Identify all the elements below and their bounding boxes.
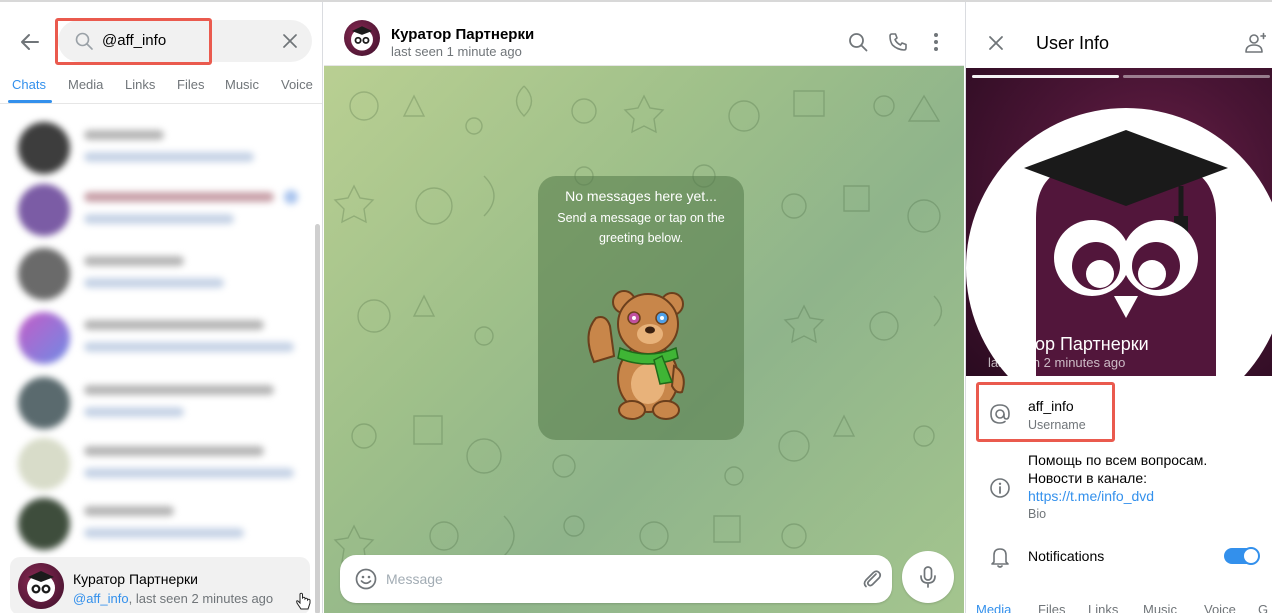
empty-chat-title: No messages here yet... [565, 188, 717, 204]
info-icon [988, 476, 1012, 500]
search-icon [75, 32, 93, 50]
active-tab-indicator [8, 100, 52, 103]
bio-text-line-2: Новости в канале: [1028, 470, 1147, 486]
message-input[interactable] [386, 567, 806, 591]
notifications-label: Notifications [1028, 548, 1105, 564]
chat-title: Куратор Партнерки [391, 26, 535, 43]
chevron-right-icon[interactable] [1249, 208, 1263, 238]
tab-media[interactable]: Media [976, 602, 1011, 613]
back-button[interactable] [12, 24, 48, 60]
blurred-chat-row[interactable] [12, 434, 307, 492]
blurred-chat-row[interactable] [12, 373, 307, 431]
attach-icon[interactable] [860, 567, 884, 591]
username-row[interactable]: aff_info Username [966, 388, 1272, 440]
chat-list-scrollbar[interactable] [315, 224, 320, 613]
avatar[interactable] [344, 20, 380, 56]
search-tabs: Chats Media Links Files Music Voice [0, 68, 322, 104]
search-result-row[interactable]: Куратор Партнерки @aff_info, last seen 2… [10, 557, 311, 613]
phone-icon [889, 33, 907, 51]
chat-background: No messages here yet... Send a message o… [324, 66, 964, 613]
back-arrow-icon [21, 34, 39, 50]
search-query: @aff_info [102, 32, 167, 49]
result-last-seen: , last seen 2 minutes ago [128, 591, 274, 606]
profile-status: last seen 2 minutes ago [988, 355, 1126, 370]
chat-panel: Куратор Партнерки last seen 1 minute ago [324, 2, 964, 613]
tab-files[interactable]: Files [1038, 602, 1065, 613]
result-contact-name: Куратор Партнерки [73, 571, 198, 587]
tab-media[interactable]: Media [68, 77, 103, 92]
more-vertical-icon [934, 33, 938, 51]
bell-icon [988, 545, 1012, 569]
profile-photo[interactable]: Куратор Партнерки last seen 2 minutes ag… [966, 68, 1272, 376]
notifications-toggle[interactable] [1224, 547, 1260, 565]
close-user-info-button[interactable] [984, 31, 1008, 55]
blurred-chat-row[interactable] [12, 308, 307, 366]
user-info-panel: User Info Куратор Партнерки last seen 2 … [965, 2, 1272, 613]
search-clear-button[interactable] [278, 29, 302, 53]
shared-media-tabs: Media Files Links Music Voice G [966, 602, 1272, 613]
chat-header[interactable]: Куратор Партнерки last seen 1 minute ago [324, 2, 964, 66]
tab-voice[interactable]: Voice [281, 77, 313, 92]
add-contact-button[interactable] [1243, 31, 1267, 55]
add-user-icon [1245, 32, 1266, 53]
bio-link[interactable]: https://t.me/info_dvd [1028, 488, 1154, 504]
bio-label: Bio [1028, 507, 1047, 521]
close-icon [283, 34, 297, 48]
emoji-icon[interactable] [354, 567, 378, 591]
bio-row[interactable]: Помощь по всем вопросам. Новости в канал… [966, 448, 1272, 528]
chat-search-button[interactable] [846, 30, 870, 54]
microphone-icon [920, 566, 936, 588]
telegram-web-app: @aff_info Chats Media Links Files Music … [0, 0, 1272, 613]
profile-name: Куратор Партнерки [988, 334, 1149, 354]
toggle-knob [1242, 547, 1260, 565]
message-composer [340, 555, 892, 603]
close-icon [989, 36, 1003, 50]
empty-chat-greeting: No messages here yet... Send a message o… [538, 176, 744, 440]
result-contact-subtitle: @aff_info, last seen 2 minutes ago [73, 591, 273, 606]
more-options-button[interactable] [924, 30, 948, 54]
tab-files[interactable]: Files [177, 77, 204, 92]
blurred-chat-row[interactable] [12, 494, 307, 552]
search-icon [849, 33, 868, 52]
user-info-header: User Info [966, 2, 1272, 68]
avatar [18, 563, 64, 609]
left-sidebar: @aff_info Chats Media Links Files Music … [0, 2, 323, 613]
blurred-chat-row[interactable] [12, 244, 307, 302]
voice-record-button[interactable] [902, 551, 954, 603]
chat-list [0, 108, 322, 613]
tab-voice[interactable]: Voice [1204, 602, 1236, 613]
empty-chat-text: Send a message or tap on the greeting be… [557, 211, 725, 245]
tab-music[interactable]: Music [225, 77, 259, 92]
tab-more[interactable]: G [1258, 602, 1268, 613]
tab-music[interactable]: Music [1143, 602, 1177, 613]
search-input[interactable]: @aff_info [58, 20, 312, 62]
blurred-chat-row[interactable] [12, 118, 307, 176]
result-username: @aff_info [73, 591, 129, 606]
chat-status: last seen 1 minute ago [391, 44, 522, 59]
teddy-bear-sticker[interactable] [576, 274, 706, 424]
owl-logo [966, 108, 1272, 376]
bio-text-line-1: Помощь по всем вопросам. [1028, 452, 1208, 468]
tab-chats[interactable]: Chats [12, 77, 46, 92]
username-label: Username [1028, 418, 1086, 432]
at-sign-icon [988, 402, 1012, 426]
tab-links[interactable]: Links [1088, 602, 1118, 613]
user-info-title: User Info [1036, 33, 1110, 53]
tab-links[interactable]: Links [125, 77, 155, 92]
username-value: aff_info [1028, 398, 1074, 414]
hand-cursor-icon [296, 592, 311, 610]
blurred-chat-row[interactable] [12, 180, 307, 238]
call-button[interactable] [886, 30, 910, 54]
